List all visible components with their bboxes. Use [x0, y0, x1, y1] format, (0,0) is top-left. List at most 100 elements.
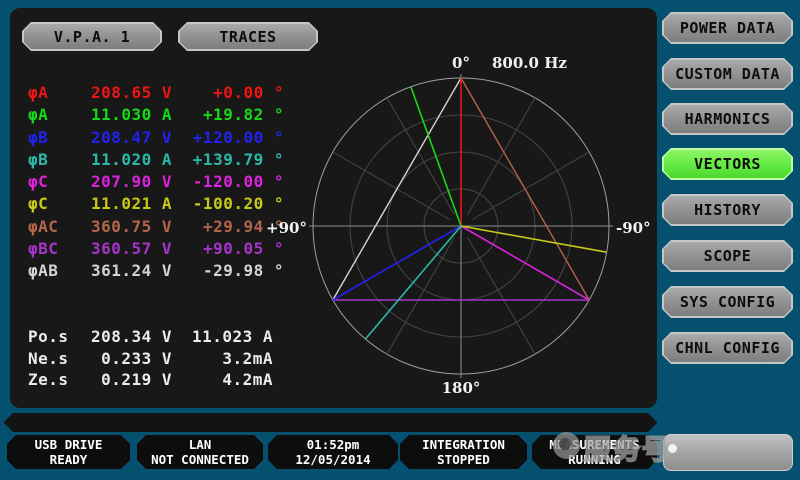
- nav-button-chnl-config[interactable]: CHNL CONFIG: [662, 332, 793, 364]
- phase-value: 360.75 V: [65, 217, 172, 236]
- table-row-positive-seq: Po.s 208.34 V 11.023 A: [20, 327, 300, 349]
- phase-value: 208.65 V: [65, 83, 172, 102]
- phase-label: φC: [28, 194, 48, 213]
- seq-label: Ne.s: [28, 349, 69, 368]
- phase-value: 11.021 A: [65, 194, 172, 213]
- table-row-phase-b-current: φB 11.020 A +139.79 °: [20, 150, 300, 172]
- nav-button-scope[interactable]: SCOPE: [662, 240, 793, 272]
- nav-button-power-data[interactable]: POWER DATA: [662, 12, 793, 44]
- status-usb-drive: USB DRIVE READY: [7, 435, 130, 469]
- phase-angle: +120.00 °: [178, 128, 284, 147]
- seq-voltage: 0.219 V: [65, 370, 172, 389]
- phase-label: φAB: [28, 261, 58, 280]
- phase-label: φA: [28, 83, 48, 102]
- vector-line-AC: [461, 78, 589, 300]
- phase-label: φB: [28, 150, 48, 169]
- nav-label: POWER DATA: [664, 14, 791, 42]
- polar-grid-spoke: [468, 237, 536, 354]
- nav-label: SCOPE: [664, 242, 791, 270]
- status-date: 12/05/2014: [268, 452, 398, 467]
- status-integration: INTEGRATION STOPPED: [400, 435, 527, 469]
- nav-label: HARMONICS: [664, 105, 791, 133]
- polar-grid-spoke: [472, 152, 589, 220]
- phase-angle: -29.98 °: [178, 261, 284, 280]
- vector-phase-A-current: [411, 87, 461, 226]
- table-row-zero-seq: Ze.s 0.219 V 4.2mA: [20, 370, 300, 392]
- vector-phase-B-voltage: [333, 226, 461, 300]
- nav-button-history[interactable]: HISTORY: [662, 194, 793, 226]
- table-row-phase-c-voltage: φC 207.90 V -120.00 °: [20, 172, 300, 194]
- phase-label: φBC: [28, 239, 58, 258]
- seq-current: 11.023 A: [168, 327, 273, 346]
- sum-readout-table: Po.s 208.34 V 11.023 A Ne.s 0.233 V 3.2m…: [20, 327, 300, 392]
- polar-label-180deg: 180°: [431, 379, 491, 397]
- status-line1: INTEGRATION: [400, 437, 527, 452]
- phase-label: φB: [28, 128, 48, 147]
- phase-angle: +19.82 °: [178, 105, 284, 124]
- status-time: 01:52pm: [268, 437, 398, 452]
- nav-label: CUSTOM DATA: [664, 60, 791, 88]
- message-bar: [4, 413, 657, 432]
- phase-value: 208.47 V: [65, 128, 172, 147]
- seq-label: Ze.s: [28, 370, 69, 389]
- table-row-line-bc: φBC 360.57 V +90.05 °: [20, 239, 300, 261]
- polar-grid-spoke: [468, 98, 536, 215]
- vector-polar-chart: [281, 46, 641, 406]
- seq-label: Po.s: [28, 327, 69, 346]
- frequency-readout: 800.0 Hz: [492, 54, 567, 72]
- phase-readout-table: φA 208.65 V +0.00 ° φA 11.030 A +19.82 °…: [20, 83, 300, 284]
- watermark-logo-icon: [553, 432, 580, 459]
- nav-label: HISTORY: [664, 196, 791, 224]
- nav-label: VECTORS: [664, 150, 791, 178]
- status-lan: LAN NOT CONNECTED: [137, 435, 263, 469]
- status-line2: NOT CONNECTED: [137, 452, 263, 467]
- phase-angle: -120.00 °: [178, 172, 284, 191]
- phase-value: 360.57 V: [65, 239, 172, 258]
- phase-angle: -100.20 °: [178, 194, 284, 213]
- polar-label-minus90deg: -90°: [616, 219, 651, 237]
- polar-grid-spoke: [387, 237, 455, 354]
- phase-label: φAC: [28, 217, 58, 236]
- table-row-phase-a-current: φA 11.030 A +19.82 °: [20, 105, 300, 127]
- watermark-dot: [668, 444, 677, 453]
- vpa-select-label: V.P.A. 1: [24, 24, 160, 49]
- phase-angle: +90.05 °: [178, 239, 284, 258]
- table-row-phase-c-current: φC 11.021 A -100.20 °: [20, 194, 300, 216]
- table-row-line-ab: φAB 361.24 V -29.98 °: [20, 261, 300, 283]
- phase-label: φA: [28, 105, 48, 124]
- table-row-phase-a-voltage: φA 208.65 V +0.00 °: [20, 83, 300, 105]
- status-line1: USB DRIVE: [7, 437, 130, 452]
- status-line2: STOPPED: [400, 452, 527, 467]
- blank-softkey-button[interactable]: [663, 434, 793, 471]
- seq-voltage: 0.233 V: [65, 349, 172, 368]
- seq-voltage: 208.34 V: [65, 327, 172, 346]
- polar-grid-spoke: [333, 152, 450, 220]
- seq-current: 3.2mA: [168, 349, 273, 368]
- phase-value: 11.020 A: [65, 150, 172, 169]
- nav-button-custom-data[interactable]: CUSTOM DATA: [662, 58, 793, 90]
- watermark-text: 服务号: [584, 428, 671, 467]
- seq-current: 4.2mA: [168, 370, 273, 389]
- nav-button-sys-config[interactable]: SYS CONFIG: [662, 286, 793, 318]
- nav-button-harmonics[interactable]: HARMONICS: [662, 103, 793, 135]
- status-datetime: 01:52pm 12/05/2014: [268, 435, 398, 469]
- status-line2: READY: [7, 452, 130, 467]
- nav-label: SYS CONFIG: [664, 288, 791, 316]
- status-line1: LAN: [137, 437, 263, 452]
- nav-label: CHNL CONFIG: [664, 334, 791, 362]
- power-analyzer-screen: { "header": { "vpa_button": "V.P.A. 1", …: [0, 0, 800, 480]
- phase-value: 361.24 V: [65, 261, 172, 280]
- polar-label-plus90deg: +90°: [247, 219, 307, 237]
- phase-angle: +0.00 °: [178, 83, 284, 102]
- vector-line-AB: [333, 78, 461, 300]
- phase-value: 207.90 V: [65, 172, 172, 191]
- polar-label-0deg: 0°: [431, 54, 491, 72]
- table-row-phase-b-voltage: φB 208.47 V +120.00 °: [20, 128, 300, 150]
- phase-value: 11.030 A: [65, 105, 172, 124]
- vpa-select-button[interactable]: V.P.A. 1: [22, 22, 162, 51]
- table-row-negative-seq: Ne.s 0.233 V 3.2mA: [20, 349, 300, 371]
- vector-phase-B-current: [365, 226, 461, 339]
- phase-label: φC: [28, 172, 48, 191]
- nav-button-vectors[interactable]: VECTORS: [662, 148, 793, 180]
- phase-angle: +139.79 °: [178, 150, 284, 169]
